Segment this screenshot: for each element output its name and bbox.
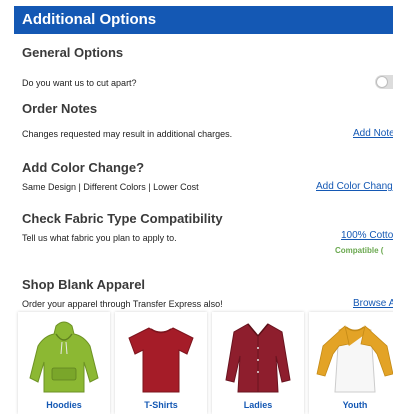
panel-header: Additional Options (14, 6, 393, 34)
add-color-change-link[interactable]: Add Color Change (316, 181, 393, 192)
general-options-title: General Options (22, 45, 124, 60)
apparel-label-tshirts: T-Shirts (144, 400, 178, 410)
color-change-desc: Same Design | Different Colors | Lower C… (22, 182, 199, 192)
panel-title: Additional Options (22, 11, 157, 28)
order-notes-desc: Changes requested may result in addition… (22, 129, 233, 139)
add-note-link[interactable]: Add Note (353, 128, 393, 139)
apparel-label-hoodies: Hoodies (46, 400, 82, 410)
apparel-desc: Order your apparel through Transfer Expr… (22, 299, 223, 309)
apparel-card-hoodies[interactable]: Hoodies (18, 312, 110, 414)
apparel-card-ladies[interactable]: Ladies (212, 312, 304, 414)
fabric-title: Check Fabric Type Compatibility (22, 211, 223, 226)
order-notes-title: Order Notes (22, 101, 98, 116)
apparel-cards: Hoodies T-Shirts Ladies Youth (18, 312, 393, 414)
apparel-card-tshirts[interactable]: T-Shirts (115, 312, 207, 414)
tshirt-icon (128, 327, 194, 393)
toggle-knob (376, 76, 388, 88)
hoodie-icon (29, 321, 99, 393)
additional-options-panel: Additional Options General Options Do yo… (14, 6, 393, 414)
ladies-shirt-icon (225, 323, 291, 393)
raglan-shirt-icon (316, 325, 393, 393)
fabric-select-link[interactable]: 100% Cotton (341, 230, 393, 241)
apparel-title: Shop Blank Apparel (22, 277, 146, 292)
cut-apart-question: Do you want us to cut apart? (22, 78, 137, 88)
fabric-compatible-status: Compatible ( (335, 246, 384, 255)
apparel-label-ladies: Ladies (243, 400, 273, 410)
cut-apart-toggle[interactable] (375, 75, 393, 89)
color-change-title: Add Color Change? (22, 160, 145, 175)
browse-apparel-link[interactable]: Browse A (353, 298, 393, 309)
apparel-card-youth[interactable]: Youth (309, 312, 393, 414)
apparel-label-youth: Youth (342, 400, 368, 410)
fabric-desc: Tell us what fabric you plan to apply to… (22, 233, 177, 243)
